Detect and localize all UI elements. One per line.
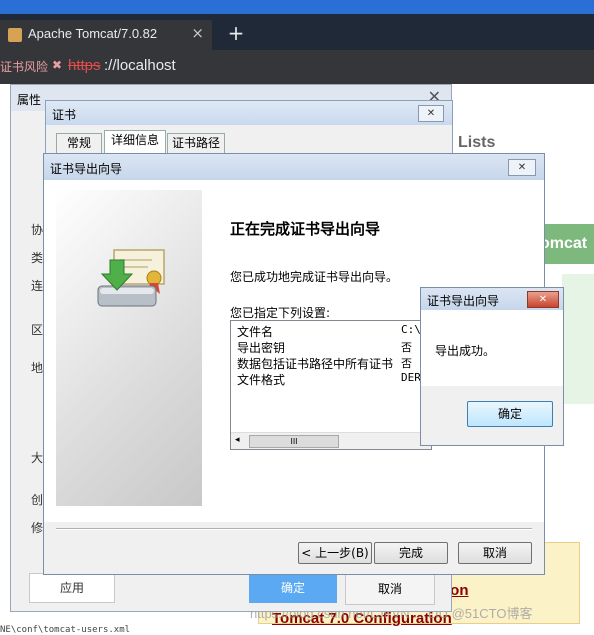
wizard-banner — [56, 190, 202, 506]
setting-value: C:\ — [401, 323, 421, 336]
certificate-titlebar: 证书 — [46, 101, 452, 125]
wizard-heading: 正在完成证书导出向导 — [230, 220, 381, 238]
finish-button[interactable]: 完成 — [374, 542, 448, 564]
tab-details[interactable]: 详细信息 — [104, 130, 166, 153]
config-path-text: NE\conf\tomcat-users.xml — [0, 625, 131, 635]
tomcat-banner: omcat — [540, 224, 594, 264]
wizard-cancel-button[interactable]: 取消 — [458, 542, 532, 564]
new-tab-button[interactable]: + — [222, 20, 250, 48]
side-label: 地 — [31, 361, 44, 375]
scroll-thumb[interactable]: III — [249, 435, 339, 448]
settings-label: 您已指定下列设置: — [230, 306, 331, 320]
side-label: 连 — [31, 279, 44, 293]
tab-title: Apache Tomcat/7.0.82 — [28, 26, 158, 41]
setting-name: 数据包括证书路径中所有证书 — [237, 357, 394, 371]
green-panel — [562, 274, 594, 404]
properties-title: 属性 — [17, 93, 42, 107]
wizard-titlebar: 证书导出向导 — [44, 154, 544, 180]
side-label: 修 — [31, 521, 44, 535]
certificate-export-icon — [97, 249, 165, 307]
tab-general[interactable]: 常规 — [56, 133, 102, 153]
wizard-close-icon[interactable]: ✕ — [508, 159, 536, 176]
tab-cert-path[interactable]: 证书路径 — [167, 133, 225, 153]
address-bar[interactable]: 证书风险 ✖ https ://localhost — [0, 50, 594, 84]
wizard-separator — [56, 528, 532, 530]
setting-value: DER — [401, 371, 421, 384]
certificate-close-icon[interactable]: ✕ — [418, 105, 444, 122]
side-label: 协 — [31, 223, 44, 237]
popup-message: 导出成功。 — [435, 344, 496, 358]
security-warning[interactable]: 证书风险 — [0, 58, 48, 75]
taskbar-accent — [0, 0, 594, 14]
tomcat-favicon-icon — [8, 28, 22, 42]
popup-body: 导出成功。 — [421, 310, 563, 386]
setting-name: 导出密钥 — [237, 341, 286, 355]
insecure-lock-icon: ✖ — [52, 58, 63, 72]
lists-heading: Lists — [458, 134, 496, 151]
certificate-title: 证书 — [52, 108, 77, 122]
ok-button[interactable]: 确定 — [249, 573, 337, 603]
export-success-dialog: 证书导出向导 ✕ 导出成功。 确定 — [420, 287, 564, 446]
setting-name: 文件名 — [237, 325, 274, 339]
scroll-left-icon[interactable]: ◂ — [235, 435, 240, 445]
popup-title: 证书导出向导 — [427, 294, 500, 308]
settings-horizontal-scrollbar[interactable]: ◂ III — [231, 432, 431, 449]
setting-value: 否 — [401, 341, 412, 354]
wizard-message: 您已成功地完成证书导出向导。 — [230, 270, 399, 284]
side-label: 区 — [31, 323, 44, 337]
side-label: 大 — [31, 451, 44, 465]
tab-close-icon[interactable]: × — [191, 24, 204, 42]
url-host: ://localhost — [104, 57, 176, 74]
tomcat-banner-text: omcat — [540, 235, 588, 252]
setting-value: 否 — [401, 357, 412, 370]
url-scheme: https — [68, 57, 101, 74]
apply-button[interactable]: 应用 — [29, 573, 115, 603]
back-button[interactable]: < 上一步(B) — [298, 542, 372, 564]
popup-ok-button[interactable]: 确定 — [467, 401, 553, 427]
wizard-title: 证书导出向导 — [50, 162, 123, 176]
settings-list[interactable]: 文件名 C:\ 导出密钥 否 数据包括证书路径中所有证书 否 文件格式 DER … — [230, 320, 432, 450]
cancel-button[interactable]: 取消 — [345, 573, 435, 605]
side-label: 类 — [31, 251, 44, 265]
browser-tab[interactable]: Apache Tomcat/7.0.82 × — [0, 20, 212, 50]
setting-name: 文件格式 — [237, 373, 286, 387]
popup-close-icon[interactable]: ✕ — [527, 291, 559, 308]
side-label: 创 — [31, 493, 44, 507]
